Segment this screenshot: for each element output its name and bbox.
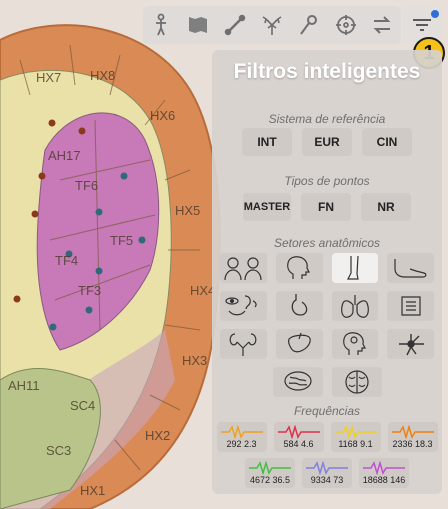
ear-label: TF4: [55, 253, 78, 268]
ear-label: SC4: [70, 398, 95, 413]
sector-arm-button[interactable]: [387, 253, 434, 283]
waveform-icon: [306, 461, 348, 475]
frequency-label: 1168 9.1: [338, 439, 373, 449]
point-master-button[interactable]: MASTER: [243, 193, 291, 221]
ear-label: TF5: [110, 233, 133, 248]
frequency-label: 584 4.6: [283, 439, 314, 449]
brain-icon: [283, 371, 312, 391]
ear-label: HX7: [36, 70, 61, 85]
frequency-1168-button[interactable]: 1168 9.1: [330, 422, 381, 452]
sector-head-button[interactable]: [275, 253, 323, 283]
smart-filters-panel: Filtros inteligentes Sistema de referênc…: [212, 50, 442, 494]
frequency-18688-button[interactable]: 18688 146: [359, 458, 409, 488]
waveform-icon: [220, 425, 263, 439]
sector-grid: [220, 253, 434, 405]
frequency-9334-button[interactable]: 9334 73: [302, 458, 352, 488]
frequencies-label: Frequências: [293, 404, 361, 418]
sector-brain-button[interactable]: [272, 367, 323, 397]
mind-icon: [343, 332, 366, 355]
frequency-label: 18688 146: [362, 475, 406, 485]
faces-icon: [224, 257, 262, 281]
frequency-label: 4672 36.5: [249, 475, 291, 485]
reference-cin-button[interactable]: CIN: [362, 128, 412, 156]
ear-label: TF3: [78, 283, 101, 298]
sector-neuron-button[interactable]: [387, 329, 434, 359]
ear-label: HX1: [80, 483, 105, 498]
crosshair-icon[interactable]: [331, 10, 361, 40]
sector-kidneys-button[interactable]: [220, 329, 267, 359]
frequency-584-button[interactable]: 584 4.6: [273, 422, 324, 452]
ear-label: HX6: [150, 108, 175, 123]
frequency-4672-button[interactable]: 4672 36.5: [245, 458, 295, 488]
point-nr-button[interactable]: NR: [361, 193, 411, 221]
ear-label: HX8: [90, 68, 115, 83]
panel-title: Filtros inteligentes: [233, 60, 421, 83]
frequency-label: 2336 18.3: [392, 439, 433, 449]
point-fn-button[interactable]: FN: [301, 193, 351, 221]
notification-dot: [431, 10, 439, 18]
sector-stomach-button[interactable]: [275, 291, 323, 321]
sector-senses-button[interactable]: [220, 291, 267, 321]
ear-label: HX2: [145, 428, 170, 443]
sector-intestine-button[interactable]: [387, 291, 434, 321]
ear-label: HX5: [175, 203, 200, 218]
intestine-icon: [401, 296, 421, 316]
nerve-icon[interactable]: [257, 10, 287, 40]
liver-icon: [288, 332, 311, 353]
ear-label: HX3: [182, 353, 207, 368]
map-icon[interactable]: [183, 10, 213, 40]
ear-label: TF6: [75, 178, 98, 193]
sector-legs-button[interactable]: [331, 253, 379, 283]
senses-icon: [225, 295, 258, 316]
reference-system-label: Sistema de referência: [268, 112, 386, 126]
frequency-2336-button[interactable]: 2336 18.3: [387, 422, 438, 452]
frequency-292-button[interactable]: 292 2.3: [216, 422, 267, 452]
reference-int-button[interactable]: INT: [242, 128, 292, 156]
kidneys-icon: [229, 333, 257, 356]
waveform-icon: [277, 425, 320, 439]
stomach-icon: [291, 294, 308, 316]
neuron-icon: [398, 334, 424, 356]
reference-eur-button[interactable]: EUR: [302, 128, 352, 156]
head-icon: [287, 256, 311, 279]
arm-icon: [394, 259, 427, 278]
tool-toolbar: [143, 6, 401, 44]
ear-label: AH17: [48, 148, 81, 163]
brain-lobes-icon: [344, 370, 369, 394]
ear-label: SC3: [46, 443, 71, 458]
frequency-label: 9334 73: [310, 475, 344, 485]
swap-icon[interactable]: [367, 10, 397, 40]
person-icon[interactable]: [146, 10, 176, 40]
waveform-icon: [363, 461, 405, 475]
waveform-icon: [249, 461, 291, 475]
anatomical-sectors-label: Setores anatômicos: [273, 236, 381, 250]
waveform-icon: [334, 425, 377, 439]
sector-mind-button[interactable]: [331, 329, 379, 359]
sector-faces-button[interactable]: [220, 253, 267, 283]
sector-lungs-button[interactable]: [331, 291, 379, 321]
bone-icon[interactable]: [220, 10, 250, 40]
waveform-icon: [391, 425, 434, 439]
probe-icon[interactable]: [294, 10, 324, 40]
legs-icon: [346, 255, 359, 280]
frequency-label: 292 2.3: [226, 439, 257, 449]
filter-icon: [413, 19, 431, 31]
ear-label: AH11: [8, 378, 40, 393]
sector-brain-lobes-button[interactable]: [331, 367, 382, 397]
lungs-icon: [340, 295, 369, 318]
point-types-label: Tipos de pontos: [284, 174, 370, 188]
sector-liver-button[interactable]: [275, 329, 323, 359]
